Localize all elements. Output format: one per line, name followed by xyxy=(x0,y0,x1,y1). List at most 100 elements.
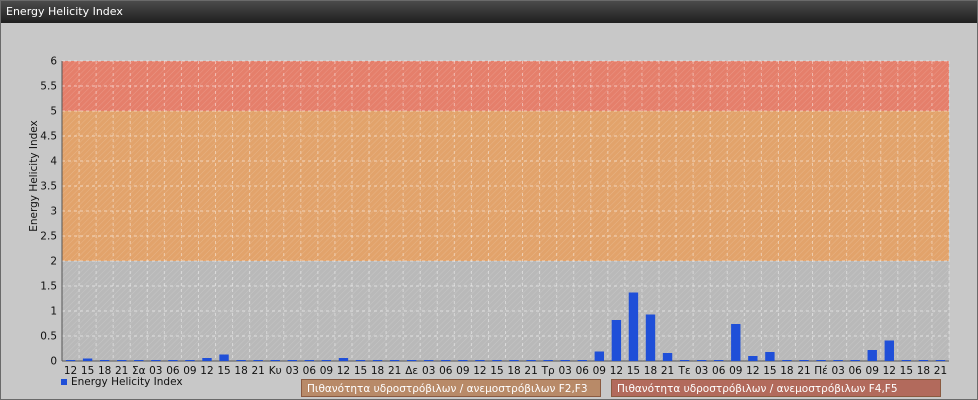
bar xyxy=(287,360,297,361)
x-tick-label: 12 xyxy=(883,365,896,377)
y-tick-label: 5 xyxy=(50,106,57,118)
x-tick-label: 09 xyxy=(456,365,469,377)
bar xyxy=(202,358,212,361)
x-tick-label: 03 xyxy=(286,365,299,377)
y-tick-label: 2 xyxy=(50,256,57,268)
zone-label-f4-f5: Πιθανότητα υδροστρόβιλων / ανεμοστρόβιλω… xyxy=(611,379,941,397)
x-tick-label: 18 xyxy=(917,365,930,377)
bar xyxy=(270,360,280,361)
x-tick-label: 15 xyxy=(900,365,913,377)
window-title: Energy Helicity Index xyxy=(1,1,977,23)
bar xyxy=(560,360,570,361)
bar xyxy=(901,360,912,361)
bar xyxy=(918,360,929,361)
y-tick-label: 6 xyxy=(50,56,57,68)
bar xyxy=(799,360,809,361)
y-axis-label: Energy Helicity Index xyxy=(28,120,40,232)
x-tick-label: 21 xyxy=(388,365,401,377)
bar xyxy=(372,360,383,361)
x-tick-label: 12 xyxy=(200,365,213,377)
y-tick-label: 3.5 xyxy=(40,181,57,193)
x-tick-label: 03 xyxy=(422,365,435,377)
bar xyxy=(151,360,161,361)
y-tick-label: 5.5 xyxy=(40,81,57,93)
x-tick-label: 18 xyxy=(371,365,384,377)
y-tick-label: 4 xyxy=(50,156,57,168)
bar xyxy=(253,360,263,361)
bar xyxy=(492,360,502,361)
bar xyxy=(884,340,894,361)
x-tick-label: 18 xyxy=(234,365,247,377)
zone-label-f2-f3: Πιθανότητα υδροστρόβιλων / ανεμοστρόβιλω… xyxy=(301,379,601,397)
y-tick-label: 4.5 xyxy=(40,131,57,143)
chart-window: Energy Helicity Index 0 0.5 1 1.5 2 2.5 3 3.5 4 4… xyxy=(0,0,978,400)
bar xyxy=(543,360,553,361)
bar xyxy=(424,360,434,361)
x-tick-label: 12 xyxy=(610,365,623,377)
bar xyxy=(696,360,707,361)
y-tick-label: 2.5 xyxy=(40,231,57,243)
bar xyxy=(765,352,775,361)
x-tick-label: 12 xyxy=(473,365,486,377)
bar xyxy=(355,360,366,361)
bar xyxy=(833,360,843,361)
bar xyxy=(731,324,741,361)
bar xyxy=(748,356,758,361)
bar xyxy=(850,360,860,361)
x-tick-label: 06 xyxy=(848,365,862,377)
x-tick-label: Τε xyxy=(678,365,691,377)
x-tick-label: 18 xyxy=(644,365,657,377)
x-tick-label: 15 xyxy=(627,365,640,377)
x-tick-label: 09 xyxy=(320,365,333,377)
bar xyxy=(679,360,690,361)
bar xyxy=(168,360,178,361)
x-tick-label: 03 xyxy=(831,365,844,377)
bar xyxy=(219,354,229,361)
bar xyxy=(338,358,349,361)
x-tick-label: 12 xyxy=(337,365,350,377)
x-tick-label: 15 xyxy=(354,365,367,377)
x-tick-label: 21 xyxy=(524,365,537,377)
bar xyxy=(782,360,792,361)
legend-swatch xyxy=(61,379,67,385)
bar xyxy=(867,350,877,361)
bar xyxy=(628,292,639,361)
y-tick-label: 1 xyxy=(50,306,57,318)
bar xyxy=(441,360,451,361)
bar xyxy=(321,360,332,361)
x-tick-label: 21 xyxy=(251,365,264,377)
y-tick-label: 1.5 xyxy=(40,281,57,293)
x-tick-label: Πέ xyxy=(814,365,828,377)
bar xyxy=(117,360,127,361)
x-tick-label: 21 xyxy=(797,365,810,377)
bar xyxy=(577,360,587,361)
x-tick-label: 15 xyxy=(763,365,776,377)
bar xyxy=(236,360,246,361)
bar xyxy=(645,314,656,361)
x-tick-label: 18 xyxy=(780,365,793,377)
x-tick-label: 06 xyxy=(576,365,590,377)
bar xyxy=(304,360,315,361)
bar xyxy=(594,351,605,361)
bar xyxy=(526,360,536,361)
x-tick-label: 03 xyxy=(559,365,572,377)
x-tick-label: Δε xyxy=(405,365,418,377)
bar xyxy=(662,353,673,361)
x-tick-label: 09 xyxy=(866,365,879,377)
y-tick-label: 3 xyxy=(50,206,57,218)
x-tick-label: 12 xyxy=(746,365,759,377)
x-tick-label: Τρ xyxy=(541,365,555,377)
y-tick-label: 0.5 xyxy=(40,331,57,343)
bar xyxy=(65,360,76,361)
legend: Energy Helicity Index xyxy=(61,376,183,388)
ehi-chart: 0 0.5 1 1.5 2 2.5 3 3.5 4 4.5 5 5.5 6 Energy Helicity… xyxy=(28,56,950,377)
x-tick-label: 06 xyxy=(303,365,317,377)
bar xyxy=(82,358,93,361)
bar xyxy=(611,320,622,361)
bar xyxy=(185,360,195,361)
x-tick-label: 06 xyxy=(439,365,453,377)
bar xyxy=(714,360,724,361)
y-tick-label: 0 xyxy=(50,356,57,368)
x-tick-label: 21 xyxy=(661,365,674,377)
x-tick-label: 15 xyxy=(217,365,230,377)
